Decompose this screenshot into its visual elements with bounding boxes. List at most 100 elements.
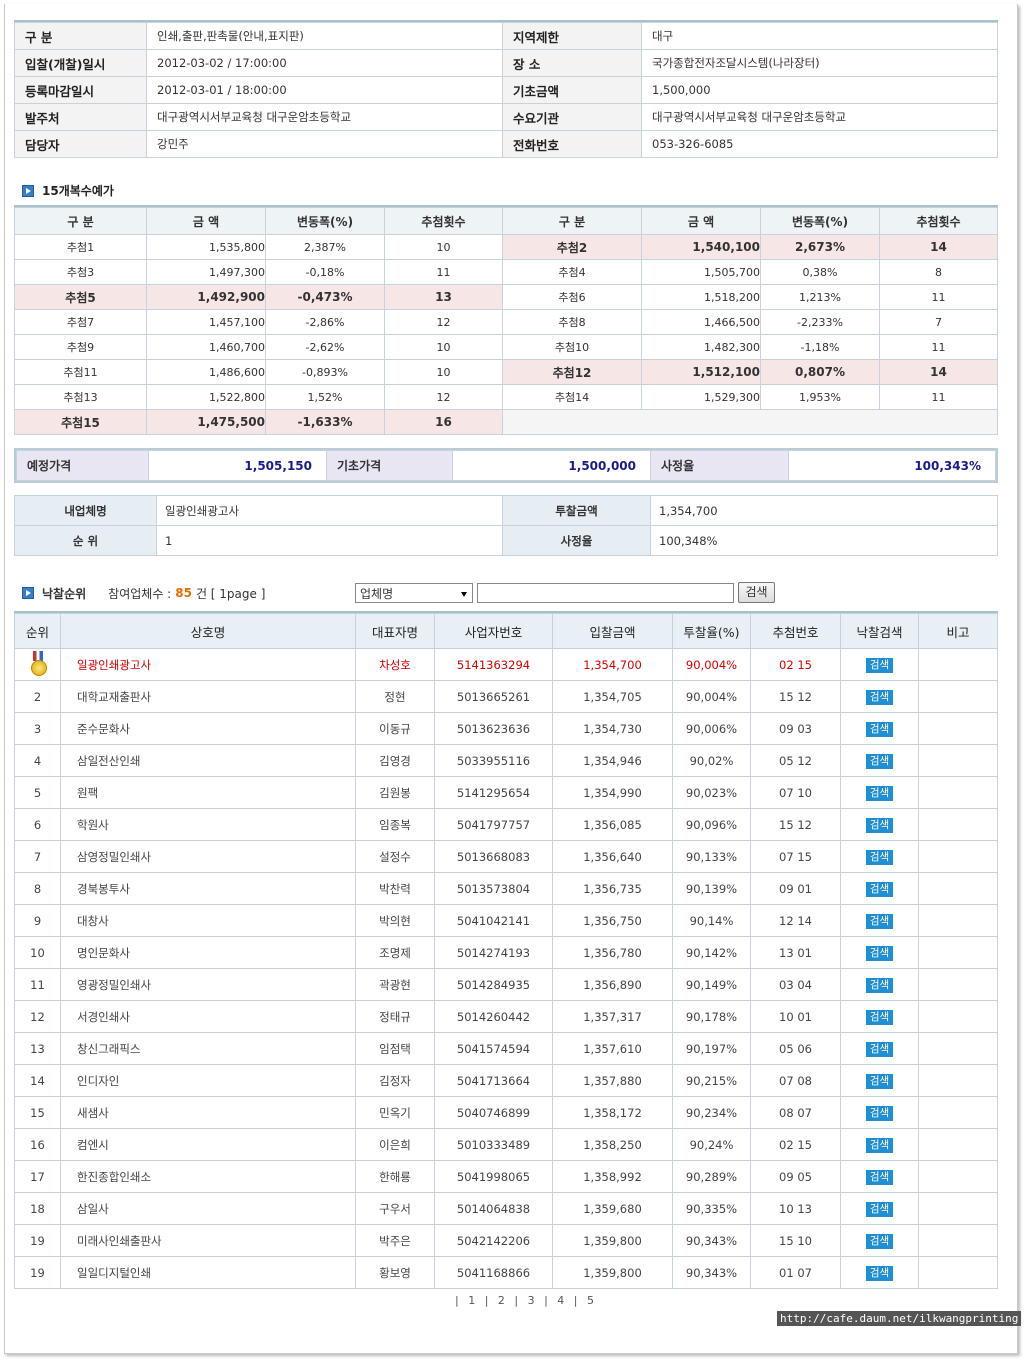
draw-name: 추첨15 [14,409,147,435]
business-number: 5041042141 [434,904,553,937]
bid-rate: 90,02% [672,744,751,777]
bid-rate: 90,24% [672,1128,751,1161]
base-price-value: 1,500,000 [452,450,651,481]
ranking-column-header: 낙찰검색 [840,613,919,649]
search-cell: 검색 [840,1128,919,1161]
info-value: 2012-03-01 / 18:00:00 [146,76,503,104]
my-company-table: 내업체명 일광인쇄광고사 투찰금액 1,354,700 순 위 1 사정율 10… [14,495,998,556]
bid-rate: 90,343% [672,1256,751,1289]
expected-price-value: 1,505,150 [148,450,327,481]
info-label: 지역제한 [502,22,642,50]
row-search-button[interactable]: 검색 [865,657,894,673]
bid-rate: 90,14% [672,904,751,937]
info-label: 전화번호 [502,130,642,158]
bid-rate: 90,133% [672,840,751,873]
bid-rate: 90,289% [672,1160,751,1193]
draw-variation: -1,633% [265,409,385,435]
search-cell: 검색 [840,776,919,809]
row-search-button[interactable]: 검색 [865,1009,894,1025]
price-column-header: 구 분 [502,207,642,235]
draw-numbers: 09 01 [750,872,841,905]
search-cell: 검색 [840,1256,919,1289]
ranking-column-header: 투찰율(%) [672,613,751,649]
bid-rate: 90,149% [672,968,751,1001]
row-search-button[interactable]: 검색 [865,1073,894,1089]
draw-numbers: 07 08 [750,1064,841,1097]
draw-name: 추첨11 [14,359,147,385]
price-column-header: 변동폭(%) [760,207,880,235]
note-cell [918,840,998,873]
rank-cell: 2 [14,680,61,713]
draw-name: 추첨12 [502,359,642,385]
bid-rate: 90,343% [672,1224,751,1257]
rank-cell: 12 [14,1000,61,1033]
participants-label: 참여업체수 : [108,586,172,601]
draw-numbers: 13 01 [750,936,841,969]
draw-count: 14 [879,359,998,385]
search-cell: 검색 [840,872,919,905]
price-column-header: 추첨횟수 [384,207,503,235]
row-search-button[interactable]: 검색 [865,689,894,705]
row-search-button[interactable]: 검색 [865,1105,894,1121]
search-input[interactable] [477,583,734,603]
business-number: 5141295654 [434,776,553,809]
draw-name: 추첨10 [502,334,642,360]
company-name: 삼일전산인쇄 [60,744,356,777]
price-row: 추첨3 1,497,300 -0,18% 11 추첨4 1,505,700 0,38% 8 [14,259,998,285]
draw-name: 추첨14 [502,384,642,410]
company-name: 미래사인쇄출판사 [60,1224,356,1257]
rank-cell: 6 [14,808,61,841]
draw-variation: -0,18% [265,259,385,285]
draw-numbers: 02 15 [750,1128,841,1161]
ceo-name: 이동규 [355,712,435,745]
company-name: 일일디지털인쇄 [60,1256,356,1289]
bid-amount: 1,354,700 [552,648,673,681]
table-row: 11 영광정밀인쇄사 곽광현 5014284935 1,356,890 90,149% 03… [14,968,998,1001]
ranking-column-header: 대표자명 [355,613,435,649]
row-search-button[interactable]: 검색 [865,1137,894,1153]
company-name: 원팩 [60,776,356,809]
row-search-button[interactable]: 검색 [865,977,894,993]
business-number: 5040746899 [434,1096,553,1129]
pagination[interactable]: | 1 | 2 | 3 | 4 | 5 [455,1294,597,1307]
ranking-column-header: 사업자번호 [434,613,553,649]
row-search-button[interactable]: 검색 [865,1201,894,1217]
draw-numbers: 03 04 [750,968,841,1001]
info-label: 구 분 [14,22,147,50]
row-search-button[interactable]: 검색 [865,1233,894,1249]
search-field-select[interactable]: 업체명 [355,583,473,603]
draw-count: 11 [879,334,998,360]
draw-variation: 1,213% [760,284,880,310]
row-search-button[interactable]: 검색 [865,849,894,865]
watermark-url: http://cafe.daum.net/ilkwangprinting [777,1311,1022,1326]
bid-amount: 1,359,800 [552,1256,673,1289]
search-cell: 검색 [840,968,919,1001]
bid-rate: 90,004% [672,680,751,713]
draw-variation: 2,387% [265,234,385,260]
row-search-button[interactable]: 검색 [865,881,894,897]
search-button[interactable]: 검색 [738,582,775,603]
table-row: 일광인쇄광고사 차성호 5141363294 1,354,700 90,004% 02 1… [14,648,998,681]
row-search-button[interactable]: 검색 [865,721,894,737]
row-search-button[interactable]: 검색 [865,1169,894,1185]
base-price-label: 기초가격 [326,450,453,481]
table-row: 10 명인문화사 조명제 5014274193 1,356,780 90,142% 13 0… [14,936,998,969]
row-search-button[interactable]: 검색 [865,913,894,929]
info-row: 등록마감일시 2012-03-01 / 18:00:00 기초금액 1,500,000 [14,76,998,104]
draw-variation: 2,673% [760,234,880,260]
ceo-name: 곽광현 [355,968,435,1001]
row-search-button[interactable]: 검색 [865,945,894,961]
table-row: 2 대학교재출판사 정현 5013665261 1,354,705 90,004% 15 1… [14,680,998,713]
draw-amount: 1,492,900 [146,284,266,310]
draw-count: 11 [384,259,503,285]
business-number: 5013668083 [434,840,553,873]
row-search-button[interactable]: 검색 [865,1041,894,1057]
company-name: 삼일사 [60,1192,356,1225]
row-search-button[interactable]: 검색 [865,1265,894,1281]
row-search-button[interactable]: 검색 [865,753,894,769]
row-search-button[interactable]: 검색 [865,785,894,801]
rank-cell: 13 [14,1032,61,1065]
ceo-name: 한해룡 [355,1160,435,1193]
bid-amount: 1,354,946 [552,744,673,777]
row-search-button[interactable]: 검색 [865,817,894,833]
